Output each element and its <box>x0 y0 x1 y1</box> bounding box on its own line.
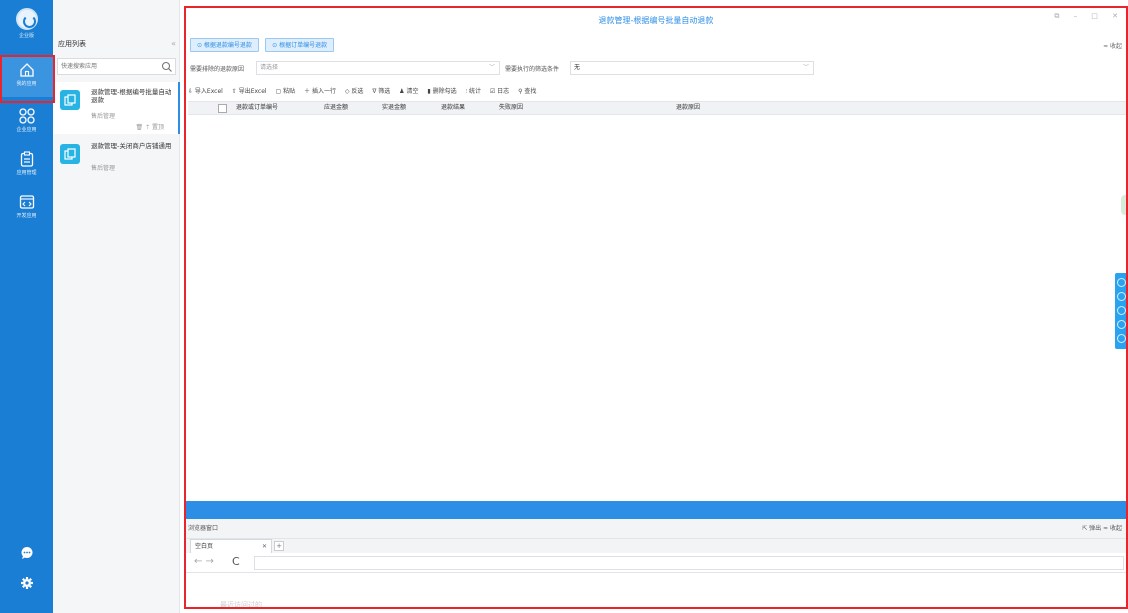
window-controls[interactable]: ⧉ – □ ✕ <box>1054 6 1124 26</box>
left-rail: 企业版 我的应用 企业应用 应用管理 开发应用 <box>0 0 53 613</box>
app-icon <box>60 144 80 164</box>
rail-item-label: 应用管理 <box>16 170 37 176</box>
app-card[interactable]: 退款管理-关闭商户店铺通用 售后管理 <box>53 136 180 188</box>
app-list-header: 应用列表 « <box>53 34 180 54</box>
page-title: 退款管理-根据编号批量自动退款 <box>598 16 714 25</box>
status-bar <box>184 501 1128 519</box>
select-all-checkbox[interactable] <box>218 104 227 113</box>
app-card-title: 退款管理-关闭商户店铺通用 <box>91 142 172 150</box>
browser-panel-actions[interactable]: ⇱ 弹出 ≈ 收起 <box>1082 519 1122 539</box>
refund-by-order-id-button[interactable]: ⊙ 根据订单编号退款 <box>265 38 335 52</box>
floating-tab[interactable] <box>1121 195 1128 215</box>
exclude-reason-select[interactable]: 请选择 ﹀ <box>256 61 500 75</box>
rail-item-label: 企业应用 <box>16 127 37 133</box>
grid-toolbar: ⇩ 导入Excel ⇧ 导出Excel ▢ 粘贴 ＋ 插入一行 ◇ 反选 ∇ 筛… <box>188 86 543 98</box>
browser-url-bar: ← → C <box>184 553 1128 573</box>
back-forward-icons[interactable]: ← → <box>194 556 214 567</box>
settings-button[interactable] <box>0 576 53 592</box>
rail-item-dev-apps[interactable]: 开发应用 <box>0 189 53 229</box>
mode-buttons: ⊙ 根据退款编号退款 ⊙ 根据订单编号退款 <box>190 38 338 54</box>
chat-button[interactable] <box>0 546 53 562</box>
app-card-subtitle: 售后管理 <box>91 113 116 120</box>
reload-icon[interactable]: C <box>232 555 240 568</box>
app-icon <box>60 90 80 110</box>
export-excel-button[interactable]: ⇧ 导出Excel <box>232 88 267 95</box>
search-icon[interactable] <box>161 61 173 73</box>
rail-item-label: 我的应用 <box>16 81 37 87</box>
column-header[interactable]: 实退金额 <box>382 102 406 114</box>
gear-icon <box>20 577 33 589</box>
rail-item-enterprise-apps[interactable]: 企业应用 <box>0 103 53 143</box>
column-header[interactable]: 失败原因 <box>499 102 523 114</box>
copy-icon <box>64 148 76 160</box>
paste-button[interactable]: ▢ 粘贴 <box>276 88 296 95</box>
browser-tabs: 空白页 ✕ + <box>184 539 1128 553</box>
invert-selection-button[interactable]: ◇ 反选 <box>345 88 364 95</box>
code-window-icon <box>19 195 34 209</box>
filter-button[interactable]: ∇ 筛选 <box>372 88 390 95</box>
delete-checked-button[interactable]: ▮ 删除勾选 <box>427 88 456 95</box>
filter-row: 需要排除的退款原因 请选择 ﹀ 需要执行的筛选条件 无 ﹀ <box>188 61 1118 77</box>
url-input[interactable] <box>254 556 1124 570</box>
brand-label: 企业版 <box>18 33 34 39</box>
help-icon[interactable] <box>1117 278 1126 287</box>
app-search <box>57 58 176 75</box>
close-icon[interactable]: ✕ <box>262 540 267 553</box>
rail-item-my-apps[interactable]: 我的应用 <box>0 57 53 97</box>
app-card[interactable]: 退款管理-根据编号批量自动退款 售后管理 🗑 ⇡ 置顶 <box>53 82 180 134</box>
home-icon <box>19 63 34 77</box>
column-header[interactable]: 退款或订单编号 <box>236 102 278 114</box>
filter-condition-value: 无 <box>574 64 581 71</box>
grid-icon <box>18 108 35 124</box>
chevron-down-icon: ﹀ <box>802 64 809 71</box>
brand-logo[interactable]: 企业版 <box>0 6 53 46</box>
app-card-subtitle: 售后管理 <box>91 165 116 172</box>
browser-panel-title: 浏览器窗口 <box>188 525 219 532</box>
refresh-icon[interactable] <box>1117 334 1126 343</box>
rail-item-app-management[interactable]: 应用管理 <box>0 146 53 186</box>
find-button[interactable]: ⚲ 查找 <box>518 88 536 95</box>
insert-row-button[interactable]: ＋ 插入一行 <box>304 88 336 95</box>
floating-toolbar <box>1115 273 1128 349</box>
exclude-reason-placeholder: 请选择 <box>260 64 279 71</box>
filter-condition-label: 需要执行的筛选条件 <box>505 66 560 73</box>
app-root: 企业版 我的应用 企业应用 应用管理 开发应用 应用列表 « 快速搜索应用 退款… <box>0 0 1128 613</box>
clear-button[interactable]: ♟ 清空 <box>399 88 418 95</box>
exclude-reason-label: 需要排除的退款原因 <box>190 66 245 73</box>
copy-icon <box>64 94 76 106</box>
collapse-button[interactable]: ≈ 收起 <box>1103 41 1122 50</box>
log-button[interactable]: ☑ 日志 <box>490 88 509 95</box>
app-list-title: 应用列表 <box>58 40 86 48</box>
main-panel: 退款管理-根据编号批量自动退款 ⧉ – □ ✕ ⊙ 根据退款编号退款 ⊙ 根据订… <box>184 6 1128 609</box>
app-card-actions[interactable]: 🗑 ⇡ 置顶 <box>136 122 164 131</box>
statistics-button[interactable]: ⫶ 统计 <box>466 88 481 95</box>
edit-icon[interactable] <box>1117 320 1126 329</box>
app-search-input[interactable] <box>58 59 158 74</box>
filter-condition-select[interactable]: 无 ﹀ <box>570 61 814 75</box>
app-list-panel: 应用列表 « 退款管理-根据编号批量自动退款 售后管理 🗑 ⇡ 置顶 退款管理-… <box>53 0 180 613</box>
column-header[interactable]: 退款原因 <box>676 102 700 114</box>
rail-item-label: 开发应用 <box>16 213 37 219</box>
refund-by-refund-id-button[interactable]: ⊙ 根据退款编号退款 <box>190 38 259 52</box>
browser-panel-header: 浏览器窗口 ⇱ 弹出 ≈ 收起 <box>184 519 1128 539</box>
recent-visits-label: 最近访问过的 <box>220 601 262 609</box>
chat-bubble-icon[interactable] <box>1117 306 1126 315</box>
chevron-down-icon: ﹀ <box>488 64 495 71</box>
app-card-title: 退款管理-根据编号批量自动退款 <box>91 88 172 104</box>
grid-header: 退款或订单编号 应退金额 实退金额 退款结果 失败原因 退款原因 <box>188 101 1128 115</box>
info-icon[interactable] <box>1117 292 1126 301</box>
add-tab-button[interactable]: + <box>274 541 284 551</box>
brand-logo-icon <box>15 8 38 30</box>
browser-tab-label: 空白页 <box>195 543 214 550</box>
browser-tab[interactable]: 空白页 ✕ <box>190 539 272 553</box>
column-header[interactable]: 应退金额 <box>324 102 348 114</box>
chat-icon <box>21 547 32 559</box>
collapse-panel-icon[interactable]: « <box>171 34 176 54</box>
clipboard-icon <box>20 151 33 167</box>
column-header[interactable]: 退款结果 <box>441 102 465 114</box>
import-excel-button[interactable]: ⇩ 导入Excel <box>188 88 223 95</box>
